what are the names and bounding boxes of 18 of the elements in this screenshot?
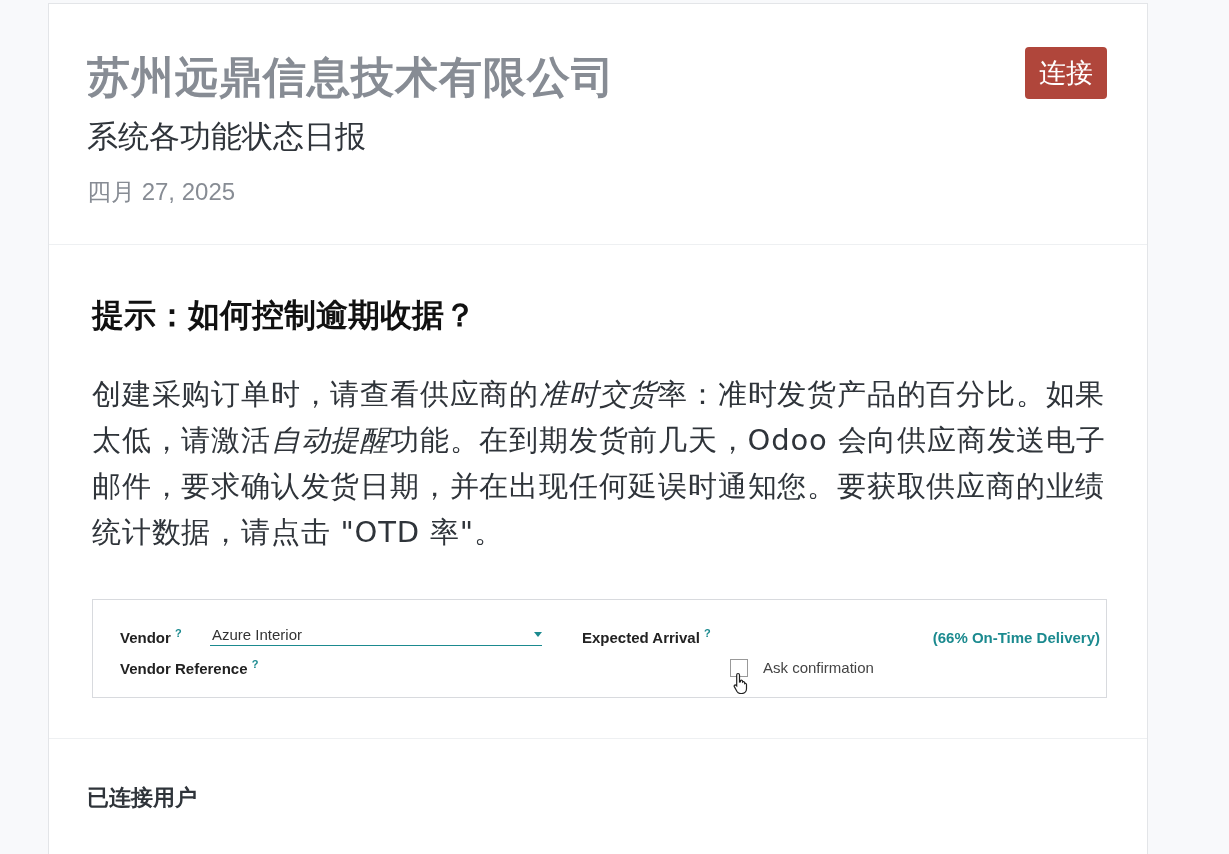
help-mark[interactable]: ?: [175, 627, 182, 639]
report-date: 四月 27, 2025: [87, 177, 237, 207]
ask-confirmation-label: Ask confirmation: [763, 659, 874, 676]
expected-arrival-label: Expected Arrival: [582, 629, 700, 646]
hand-cursor-icon: [733, 671, 749, 694]
report-subtitle: 系统各功能状态日报: [87, 117, 367, 156]
on-time-delivery-link[interactable]: (66% On-Time Delivery): [932, 629, 1100, 646]
caret-icon: [534, 632, 542, 637]
help-mark[interactable]: ?: [251, 658, 259, 670]
vendor-label: Vendor: [120, 629, 171, 646]
tip-title: 提示：如何控制逾期收据？: [92, 295, 477, 336]
tip-paragraph: 创建采购订单时，请查看供应商的准时交货率：准时发货产品的百分比。如果太低，请激活自动提醒功能。在到期发货前几天，Odoo 会向供应商发送电子邮件，要求确认发货日期，并在出现任何延误时通知您。要获取供应商的业绩统计数据，请点击 "OTD 率"。: [92, 376, 1107, 551]
company-name: 苏州远鼎信息技术有限公司: [87, 51, 615, 104]
vendor-reference-label: Vendor Reference: [120, 660, 248, 677]
connect-button[interactable]: 连接: [1025, 47, 1107, 99]
connected-users-title: 已连接用户: [87, 784, 198, 812]
help-mark[interactable]: ?: [704, 627, 711, 639]
vendor-select[interactable]: Azure Interior: [210, 626, 542, 646]
